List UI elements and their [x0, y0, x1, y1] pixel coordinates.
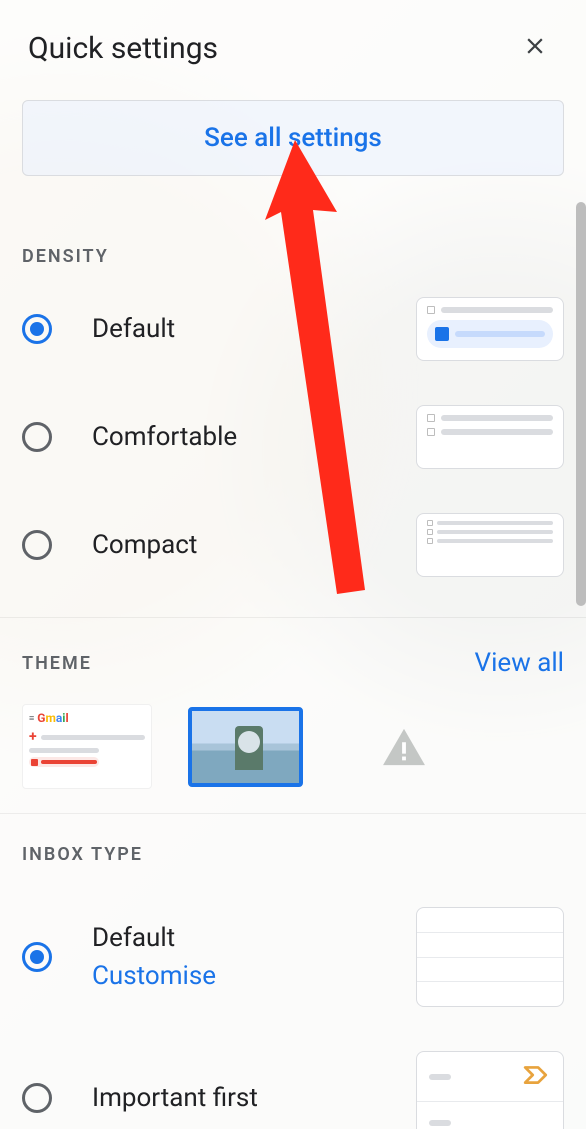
- scrollbar[interactable]: [576, 202, 586, 606]
- density-section-title: DENSITY: [22, 246, 109, 267]
- inbox-option-default[interactable]: Default Customise: [22, 885, 564, 1029]
- density-label: Comfortable: [92, 422, 416, 452]
- inbox-label: Default: [92, 923, 216, 953]
- inbox-preview-important: [416, 1051, 564, 1129]
- radio-icon[interactable]: [22, 942, 52, 972]
- density-preview-comfortable: [416, 405, 564, 469]
- page-title: Quick settings: [28, 31, 218, 66]
- inbox-option-important[interactable]: Important first: [22, 1029, 564, 1129]
- theme-thumb-photo[interactable]: [188, 707, 303, 787]
- density-label: Compact: [92, 530, 416, 560]
- inbox-label: Important first: [92, 1083, 416, 1113]
- density-preview-default: [416, 297, 564, 361]
- inbox-preview-default: [416, 907, 564, 1007]
- radio-icon[interactable]: [22, 1083, 52, 1113]
- radio-icon[interactable]: [22, 314, 52, 344]
- inbox-section-title: INBOX TYPE: [22, 844, 143, 865]
- density-option-compact[interactable]: Compact: [22, 491, 564, 599]
- density-option-default[interactable]: Default: [22, 275, 564, 383]
- important-marker-icon: [523, 1065, 549, 1089]
- density-option-comfortable[interactable]: Comfortable: [22, 383, 564, 491]
- radio-icon[interactable]: [22, 422, 52, 452]
- warning-icon[interactable]: [379, 725, 429, 769]
- inbox-customise-link[interactable]: Customise: [92, 961, 216, 991]
- theme-section-title: THEME: [22, 653, 92, 674]
- close-icon[interactable]: [518, 28, 552, 68]
- see-all-settings-button[interactable]: See all settings: [22, 100, 564, 176]
- density-label: Default: [92, 314, 416, 344]
- density-preview-compact: [416, 513, 564, 577]
- theme-view-all-link[interactable]: View all: [475, 648, 564, 678]
- radio-icon[interactable]: [22, 530, 52, 560]
- theme-thumb-gmail[interactable]: ≡Gmail +: [22, 704, 152, 789]
